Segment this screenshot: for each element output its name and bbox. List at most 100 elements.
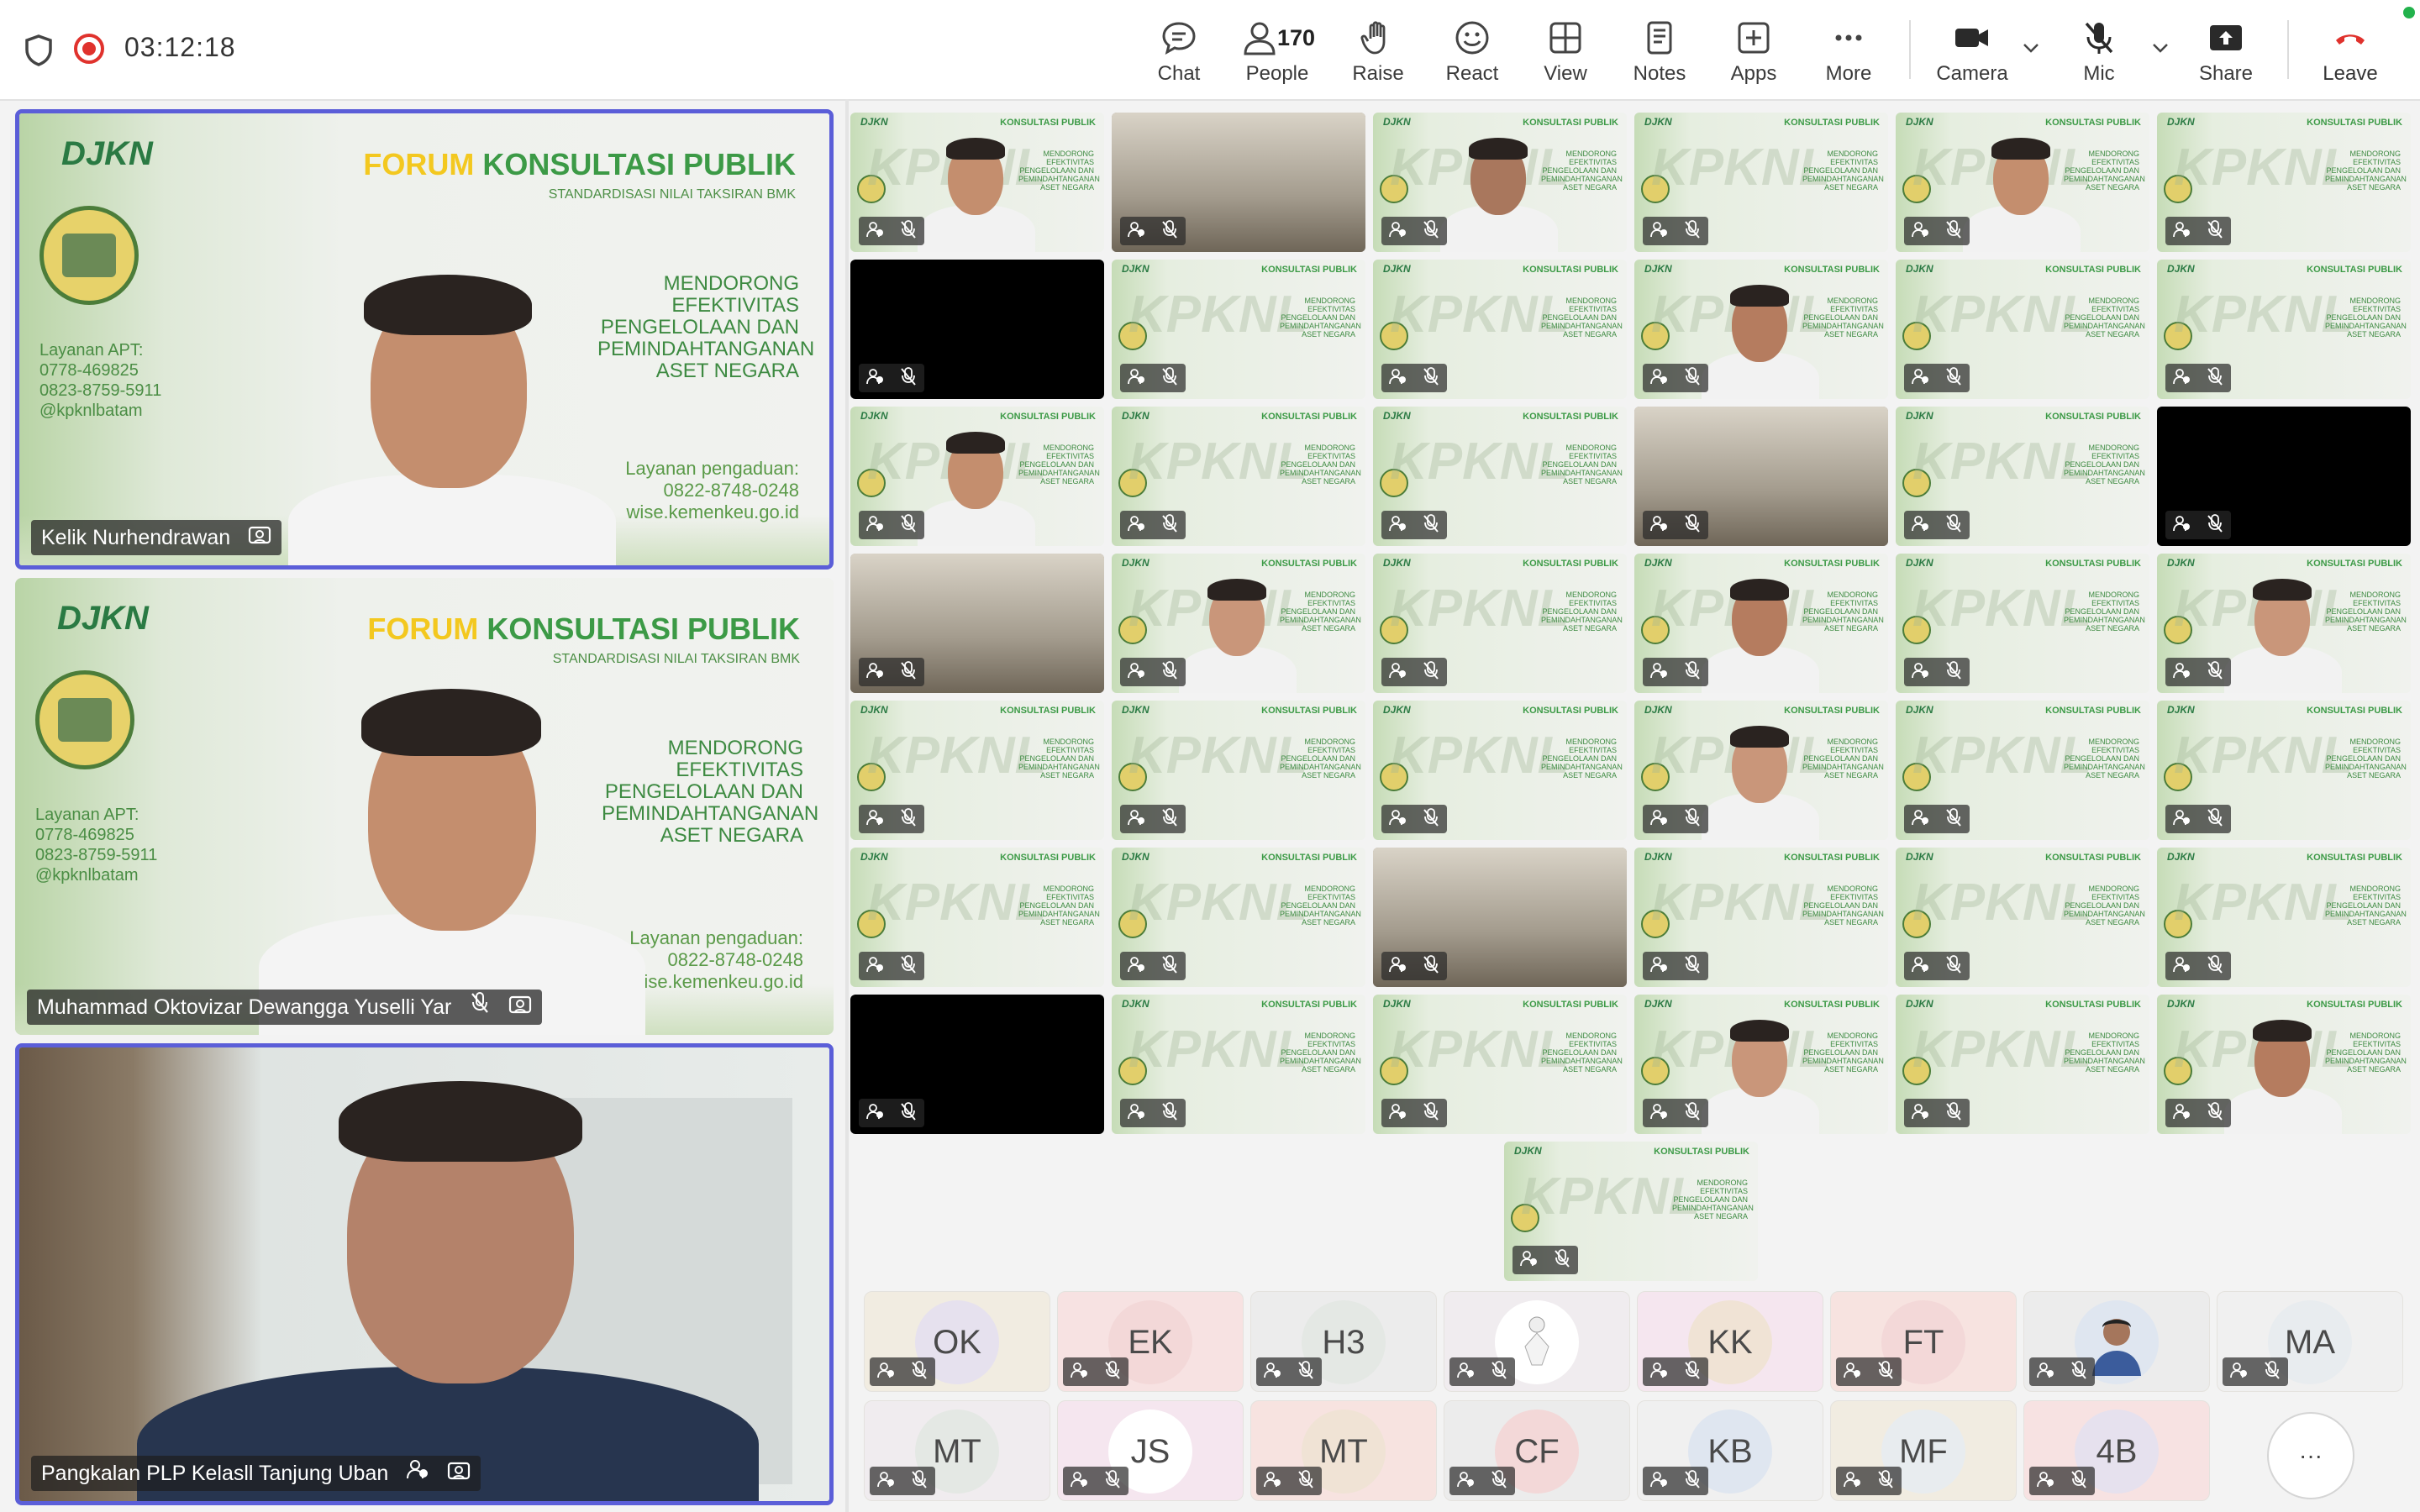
speaker-tile-1[interactable]: DJKN FORUM KONSULTASI PUBLIK STANDARDISA… (15, 109, 834, 570)
participant-avatar-tile[interactable]: MT (864, 1400, 1050, 1501)
participant-video-tile[interactable]: KPKNLKONSULTASI PUBLIKMENDORONG EFEKTIVI… (1373, 554, 1627, 693)
participant-status-icon (2036, 1470, 2054, 1493)
tile-slide-headline: MENDORONG EFEKTIVITAS PENGELOLAAN DAN PE… (1280, 591, 1361, 633)
participant-video-tile[interactable]: KPKNLKONSULTASI PUBLIKMENDORONG EFEKTIVI… (1896, 113, 2149, 252)
participant-video-tile[interactable]: KPKNLKONSULTASI PUBLIKMENDORONG EFEKTIVI… (1373, 260, 1627, 399)
chat-button[interactable]: Chat (1151, 15, 1207, 91)
participant-video-tile[interactable]: KPKNLKONSULTASI PUBLIKMENDORONG EFEKTIVI… (1504, 1142, 1758, 1281)
more-button[interactable]: More (1818, 15, 1879, 91)
djkn-logo: DJKN (57, 600, 149, 637)
avatar-status-icons (1449, 1357, 1515, 1386)
participant-video-tile[interactable]: KPKNLKONSULTASI PUBLIKMENDORONG EFEKTIVI… (1112, 113, 1365, 252)
participant-video-tile[interactable]: KPKNLKONSULTASI PUBLIKMENDORONG EFEKTIVI… (1634, 260, 1888, 399)
participant-video-tile[interactable]: KPKNLKONSULTASI PUBLIKMENDORONG EFEKTIVI… (1634, 995, 1888, 1134)
participant-video-tile[interactable]: KPKNLKONSULTASI PUBLIKMENDORONG EFEKTIVI… (850, 554, 1104, 693)
participant-video-tile[interactable]: KPKNLKONSULTASI PUBLIKMENDORONG EFEKTIVI… (1373, 407, 1627, 546)
participant-avatar-tile[interactable]: MF (1830, 1400, 2017, 1501)
participant-avatar-tile[interactable]: 4B (2023, 1400, 2210, 1501)
muted-mic-icon (899, 660, 918, 685)
tile-slide-headline: MENDORONG EFEKTIVITAS PENGELOLAAN DAN PE… (2064, 444, 2145, 486)
participant-video-tile[interactable]: KPKNLKONSULTASI PUBLIKMENDORONG EFEKTIVI… (1373, 995, 1627, 1134)
tile-slide-headline: MENDORONG EFEKTIVITAS PENGELOLAAN DAN PE… (1541, 150, 1623, 192)
participant-video-tile[interactable]: KPKNLKONSULTASI PUBLIKMENDORONG EFEKTIVI… (1112, 407, 1365, 546)
tile-slide-title: KONSULTASI PUBLIK (1000, 706, 1096, 716)
mic-options-chevron-icon[interactable] (2148, 34, 2173, 109)
participant-video-tile[interactable]: KPKNLKONSULTASI PUBLIKMENDORONG EFEKTIVI… (2157, 407, 2411, 546)
participant-avatar-tile[interactable]: OK (864, 1291, 1050, 1392)
participant-video-tile[interactable]: KPKNLKONSULTASI PUBLIKMENDORONG EFEKTIVI… (1896, 554, 2149, 693)
participant-video-tile[interactable]: KPKNLKONSULTASI PUBLIKMENDORONG EFEKTIVI… (1634, 407, 1888, 546)
participant-avatar-tile[interactable]: CF (1444, 1400, 1630, 1501)
participant-avatar-tile[interactable]: JS (1057, 1400, 1244, 1501)
participant-video-tile[interactable]: KPKNLKONSULTASI PUBLIKMENDORONG EFEKTIVI… (1634, 848, 1888, 987)
tile-status-icons (859, 952, 924, 980)
share-button[interactable]: Share (2196, 15, 2255, 91)
tile-status-icons (1904, 805, 1970, 833)
muted-mic-icon (910, 1469, 929, 1494)
more-participants-button[interactable]: ··· (2267, 1412, 2354, 1499)
raise-hand-icon (1360, 21, 1386, 55)
participant-avatar-tile[interactable] (1444, 1291, 1630, 1392)
ellipsis-icon (1835, 34, 1862, 41)
participant-video-tile[interactable]: KPKNLKONSULTASI PUBLIKMENDORONG EFEKTIVI… (850, 995, 1104, 1134)
participant-video-tile[interactable]: KPKNLKONSULTASI PUBLIKMENDORONG EFEKTIVI… (1373, 701, 1627, 840)
participant-video-tile[interactable]: KPKNLKONSULTASI PUBLIKMENDORONG EFEKTIVI… (1373, 113, 1627, 252)
participant-video-tile[interactable]: KPKNLKONSULTASI PUBLIKMENDORONG EFEKTIVI… (1634, 701, 1888, 840)
participant-video-tile[interactable]: KPKNLKONSULTASI PUBLIKMENDORONG EFEKTIVI… (850, 701, 1104, 840)
notes-icon (1647, 21, 1672, 55)
tile-slide-headline: MENDORONG EFEKTIVITAS PENGELOLAAN DAN PE… (2064, 591, 2145, 633)
participant-video-tile[interactable]: KPKNLKONSULTASI PUBLIKMENDORONG EFEKTIVI… (2157, 554, 2411, 693)
speaker-tile-2[interactable]: DJKN FORUM KONSULTASI PUBLIK STANDARDISA… (15, 578, 834, 1035)
participant-video-tile[interactable]: KPKNLKONSULTASI PUBLIKMENDORONG EFEKTIVI… (1896, 995, 2149, 1134)
participant-hair (2253, 579, 2312, 601)
raise-hand-button[interactable]: Raise (1349, 15, 1407, 91)
participant-video-tile[interactable]: KPKNLKONSULTASI PUBLIKMENDORONG EFEKTIVI… (1112, 995, 1365, 1134)
apps-button[interactable]: Apps (1726, 15, 1781, 91)
share-label: Share (2198, 62, 2254, 85)
participant-video-tile[interactable]: KPKNLKONSULTASI PUBLIKMENDORONG EFEKTIVI… (2157, 701, 2411, 840)
participant-video-tile[interactable]: KPKNLKONSULTASI PUBLIKMENDORONG EFEKTIVI… (1634, 554, 1888, 693)
tile-status-icons (1381, 1099, 1447, 1127)
participant-video-tile[interactable]: KPKNLKONSULTASI PUBLIKMENDORONG EFEKTIVI… (2157, 260, 2411, 399)
leave-button[interactable]: Leave (2317, 15, 2383, 91)
participant-video-tile[interactable]: KPKNLKONSULTASI PUBLIKMENDORONG EFEKTIVI… (1896, 407, 2149, 546)
participant-video-tile[interactable]: KPKNLKONSULTASI PUBLIKMENDORONG EFEKTIVI… (850, 113, 1104, 252)
participant-video-tile[interactable]: KPKNLKONSULTASI PUBLIKMENDORONG EFEKTIVI… (2157, 995, 2411, 1134)
participant-video-tile[interactable]: KPKNLKONSULTASI PUBLIKMENDORONG EFEKTIVI… (1896, 701, 2149, 840)
tile-status-icons (1381, 217, 1447, 245)
notes-button[interactable]: Notes (1632, 15, 1687, 91)
muted-mic-icon (1683, 219, 1702, 244)
participant-video-tile[interactable]: KPKNLKONSULTASI PUBLIKMENDORONG EFEKTIVI… (2157, 113, 2411, 252)
participant-video-tile[interactable]: KPKNLKONSULTASI PUBLIKMENDORONG EFEKTIVI… (1634, 113, 1888, 252)
participant-video-tile[interactable]: KPKNLKONSULTASI PUBLIKMENDORONG EFEKTIVI… (1112, 260, 1365, 399)
camera-options-chevron-icon[interactable] (2018, 34, 2044, 109)
view-button[interactable]: View (1538, 15, 1593, 91)
muted-mic-icon (1422, 1101, 1440, 1126)
participant-video-tile[interactable]: KPKNLKONSULTASI PUBLIKMENDORONG EFEKTIVI… (1896, 260, 2149, 399)
participant-avatar-tile[interactable]: MT (1250, 1400, 1437, 1501)
participant-avatar-tile[interactable] (2023, 1291, 2210, 1392)
participant-avatar-tile[interactable]: H3 (1250, 1291, 1437, 1392)
participant-video-tile[interactable]: KPKNLKONSULTASI PUBLIKMENDORONG EFEKTIVI… (1112, 848, 1365, 987)
mic-button[interactable]: Mic (2074, 15, 2124, 91)
participant-avatar-tile[interactable]: FT (1830, 1291, 2017, 1392)
participant-status-icon (1649, 367, 1668, 390)
participant-video-tile[interactable]: KPKNLKONSULTASI PUBLIKMENDORONG EFEKTIVI… (1373, 848, 1627, 987)
participant-avatar-tile[interactable]: KK (1637, 1291, 1823, 1392)
participant-avatar-tile[interactable]: MA (2217, 1291, 2403, 1392)
participant-video-tile[interactable]: KPKNLKONSULTASI PUBLIKMENDORONG EFEKTIVI… (2157, 848, 2411, 987)
participant-video-tile[interactable]: KPKNLKONSULTASI PUBLIKMENDORONG EFEKTIVI… (850, 260, 1104, 399)
participant-video-tile[interactable]: KPKNLKONSULTASI PUBLIKMENDORONG EFEKTIVI… (1112, 701, 1365, 840)
participant-avatar-tile[interactable]: KB (1637, 1400, 1823, 1501)
participant-video-tile[interactable]: KPKNLKONSULTASI PUBLIKMENDORONG EFEKTIVI… (1896, 848, 2149, 987)
camera-button[interactable]: Camera (1933, 15, 2012, 91)
security-shield-icon[interactable] (24, 34, 54, 67)
participant-video-tile[interactable]: KPKNLKONSULTASI PUBLIKMENDORONG EFEKTIVI… (850, 848, 1104, 987)
participant-avatar-tile[interactable]: EK (1057, 1291, 1244, 1392)
participant-video-tile[interactable]: KPKNLKONSULTASI PUBLIKMENDORONG EFEKTIVI… (1112, 554, 1365, 693)
react-button[interactable]: React (1444, 15, 1501, 91)
participant-video-tile[interactable]: KPKNLKONSULTASI PUBLIKMENDORONG EFEKTIVI… (850, 407, 1104, 546)
speaker-tile-3[interactable]: Pangkalan PLP Kelasll Tanjung Uban (15, 1043, 834, 1505)
recording-icon[interactable] (74, 34, 104, 64)
slide-title-forum: FORUM (363, 147, 475, 181)
